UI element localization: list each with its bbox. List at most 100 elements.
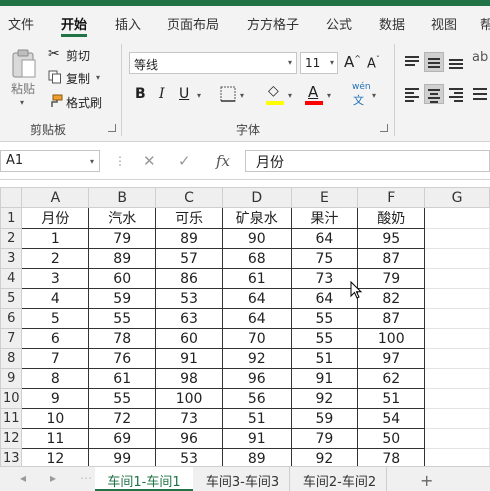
name-box[interactable]: A1 ▾ (0, 150, 100, 172)
insert-function-icon[interactable]: fx (216, 152, 230, 170)
cell[interactable]: 100 (155, 388, 223, 409)
cell[interactable]: 95 (357, 228, 426, 249)
cell[interactable]: 51 (221, 408, 292, 429)
cell[interactable]: 99 (88, 448, 157, 466)
column-header[interactable]: C (155, 187, 223, 208)
row-header[interactable]: 6 (0, 308, 23, 329)
font-color-dropdown-icon[interactable]: ▾ (327, 91, 331, 100)
cell[interactable]: 55 (88, 308, 157, 329)
cell[interactable] (424, 368, 490, 389)
cell[interactable] (424, 408, 490, 429)
row-header[interactable]: 2 (0, 228, 23, 249)
cell[interactable]: 月份 (21, 207, 90, 229)
cell[interactable]: 89 (155, 228, 223, 249)
cell[interactable]: 61 (88, 368, 157, 389)
tab-file[interactable]: 文件 (8, 14, 34, 33)
tab-insert[interactable]: 插入 (115, 14, 141, 33)
cell[interactable] (424, 448, 490, 466)
clipboard-launcher-icon[interactable] (108, 124, 116, 132)
wrap-text-icon[interactable] (470, 84, 490, 104)
orientation-icon[interactable]: ab (472, 50, 488, 65)
column-header[interactable]: D (221, 187, 292, 208)
cell[interactable] (424, 288, 490, 309)
cell[interactable] (424, 308, 490, 329)
cell[interactable]: 1 (21, 228, 90, 249)
column-header[interactable]: E (290, 187, 359, 208)
cell[interactable]: 92 (221, 348, 292, 369)
cell[interactable] (424, 207, 490, 229)
cell[interactable] (424, 268, 490, 289)
cell[interactable]: 89 (88, 248, 157, 269)
cell[interactable]: 54 (357, 408, 426, 429)
row-header[interactable]: 3 (0, 248, 23, 269)
column-header[interactable]: B (88, 187, 157, 208)
cell[interactable]: 98 (155, 368, 223, 389)
row-header[interactable]: 1 (0, 207, 23, 229)
row-header[interactable]: 5 (0, 288, 23, 309)
more-options-icon[interactable]: ⋮ (114, 154, 126, 168)
underline-dropdown-icon[interactable]: ▾ (197, 91, 201, 100)
phonetic-dropdown-icon[interactable]: ▾ (372, 91, 376, 100)
cell[interactable]: 3 (21, 268, 90, 289)
sheet-tab-2[interactable]: 车间3-车间3 (196, 467, 290, 491)
row-header[interactable]: 7 (0, 328, 23, 349)
cell[interactable]: 91 (221, 428, 292, 449)
cell[interactable]: 53 (155, 288, 223, 309)
cell[interactable]: 57 (155, 248, 223, 269)
row-header[interactable]: 9 (0, 368, 23, 389)
cell[interactable]: 73 (290, 268, 359, 289)
column-header[interactable]: G (424, 187, 490, 208)
tab-home[interactable]: 开始 (61, 14, 87, 33)
cell[interactable]: 55 (290, 328, 359, 349)
cell[interactable]: 9 (21, 388, 90, 409)
cell[interactable]: 82 (357, 288, 426, 309)
cell[interactable]: 59 (290, 408, 359, 429)
align-top-icon[interactable] (402, 52, 422, 72)
cell[interactable]: 87 (357, 248, 426, 269)
cell[interactable]: 75 (290, 248, 359, 269)
cell[interactable]: 矿泉水 (221, 207, 292, 229)
cell[interactable]: 55 (290, 308, 359, 329)
cell[interactable]: 64 (290, 228, 359, 249)
font-name-box[interactable]: 等线 ▾ (129, 52, 297, 74)
sheet-tab-1[interactable]: 车间1-车间1 (95, 467, 193, 491)
enter-check-icon[interactable]: ✓ (178, 152, 191, 170)
cell[interactable]: 51 (357, 388, 426, 409)
cell[interactable]: 6 (21, 328, 90, 349)
cell[interactable]: 60 (88, 268, 157, 289)
cell[interactable]: 62 (357, 368, 426, 389)
cell[interactable]: 70 (221, 328, 292, 349)
cell[interactable]: 63 (155, 308, 223, 329)
cell[interactable]: 酸奶 (357, 207, 426, 229)
cell[interactable]: 97 (357, 348, 426, 369)
tab-fangfang[interactable]: 方方格子 (247, 14, 299, 33)
align-left-icon[interactable] (402, 84, 422, 104)
cell[interactable] (424, 428, 490, 449)
formula-input[interactable]: 月份 (245, 150, 490, 172)
sheet-tab-3[interactable]: 车间2-车间2 (293, 467, 387, 491)
cell[interactable]: 92 (290, 448, 359, 466)
cell[interactable]: 78 (88, 328, 157, 349)
column-header[interactable]: A (21, 187, 90, 208)
tab-view[interactable]: 视图 (431, 14, 457, 33)
cell[interactable]: 79 (357, 268, 426, 289)
cell[interactable]: 50 (357, 428, 426, 449)
cell[interactable]: 90 (221, 228, 292, 249)
tab-ellipsis-icon[interactable]: ⋯ (80, 471, 92, 485)
cell[interactable]: 8 (21, 368, 90, 389)
cell[interactable]: 68 (221, 248, 292, 269)
bold-button[interactable]: B (135, 86, 146, 102)
row-header[interactable]: 13 (0, 448, 23, 466)
cell[interactable]: 96 (155, 428, 223, 449)
cell[interactable]: 12 (21, 448, 90, 466)
cell[interactable]: 73 (155, 408, 223, 429)
cell[interactable]: 59 (88, 288, 157, 309)
cell[interactable]: 55 (88, 388, 157, 409)
font-size-box[interactable]: 11 ▾ (300, 52, 338, 74)
row-header[interactable]: 4 (0, 268, 23, 289)
cell[interactable]: 89 (221, 448, 292, 466)
cell[interactable]: 60 (155, 328, 223, 349)
cell[interactable] (424, 228, 490, 249)
cell[interactable]: 5 (21, 308, 90, 329)
fill-color-dropdown-icon[interactable]: ▾ (288, 91, 292, 100)
